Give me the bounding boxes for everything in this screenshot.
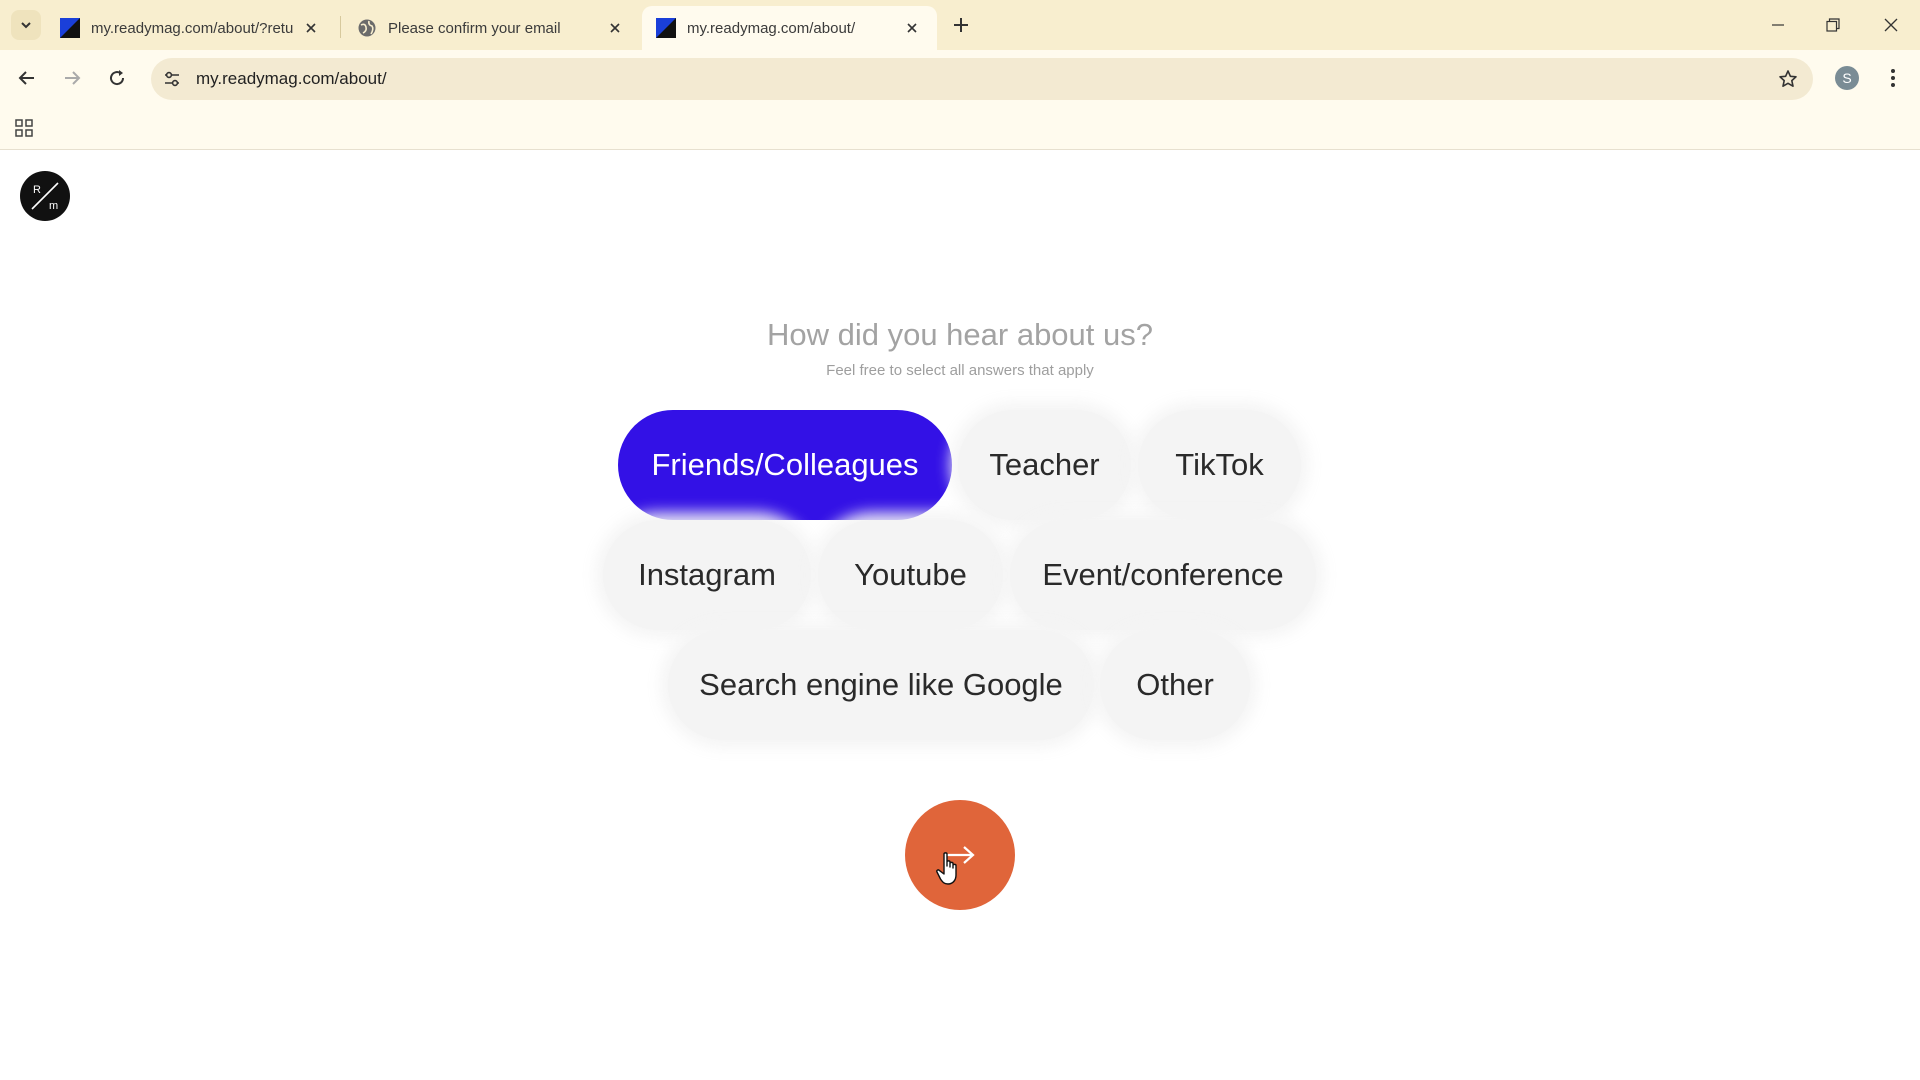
tab-strip: my.readymag.com/about/?retu Please confi… <box>0 0 1920 50</box>
option-event-conference[interactable]: Event/conference <box>1010 520 1316 630</box>
close-tab-icon[interactable] <box>300 17 322 39</box>
option-label: Search engine like Google <box>699 667 1063 702</box>
logo-letter-m: m <box>49 200 58 212</box>
logo-letter-r: R <box>33 184 41 196</box>
option-other[interactable]: Other <box>1100 630 1250 740</box>
apps-button[interactable] <box>12 116 36 140</box>
tab-separator <box>340 16 341 38</box>
tab-search-button[interactable] <box>11 10 41 40</box>
arrow-left-icon <box>18 71 34 85</box>
option-label: Youtube <box>854 557 967 592</box>
tab-title: my.readymag.com/about/ <box>687 19 856 37</box>
option-label: Event/conference <box>1042 557 1284 592</box>
option-teacher[interactable]: Teacher <box>958 410 1131 520</box>
site-settings-icon[interactable] <box>161 68 183 90</box>
minimize-button[interactable] <box>1758 8 1798 42</box>
option-label: Friends/Colleagues <box>651 447 919 482</box>
back-button[interactable] <box>12 63 42 93</box>
option-instagram[interactable]: Instagram <box>603 520 811 630</box>
address-bar[interactable]: my.readymag.com/about/ <box>151 58 1813 100</box>
readymag-favicon <box>656 18 676 38</box>
option-friends-colleagues[interactable]: Friends/Colleagues <box>618 410 952 520</box>
option-youtube[interactable]: Youtube <box>818 520 1003 630</box>
tab-confirm-email[interactable]: Please confirm your email <box>343 6 640 50</box>
readymag-logo[interactable]: R m <box>20 171 70 221</box>
bookmarks-bar <box>0 106 1920 150</box>
globe-icon <box>358 19 376 37</box>
option-label: TikTok <box>1175 447 1264 482</box>
next-button[interactable] <box>905 800 1015 910</box>
tab-readymag-about-return[interactable]: my.readymag.com/about/?retu <box>46 6 336 50</box>
tab-readymag-about[interactable]: my.readymag.com/about/ <box>642 6 937 50</box>
minimize-icon <box>1772 24 1784 26</box>
forward-button[interactable] <box>57 63 87 93</box>
page-subtitle: Feel free to select all answers that app… <box>826 362 1094 379</box>
tab-title: Please confirm your email <box>388 19 561 37</box>
close-tab-icon[interactable] <box>604 17 626 39</box>
url-text[interactable]: my.readymag.com/about/ <box>196 69 387 89</box>
option-label: Teacher <box>989 447 1100 482</box>
browser-menu-button[interactable] <box>1880 63 1906 93</box>
bookmark-star-icon[interactable] <box>1777 68 1799 90</box>
close-window-button[interactable] <box>1871 8 1911 42</box>
reload-icon <box>110 70 125 86</box>
option-label: Instagram <box>638 557 776 592</box>
arrow-right-icon <box>945 846 975 864</box>
apps-grid-icon <box>15 119 33 137</box>
plus-icon <box>954 18 968 32</box>
restore-icon <box>1826 18 1840 32</box>
more-vertical-icon <box>1891 69 1895 87</box>
browser-toolbar: my.readymag.com/about/ S <box>0 50 1920 106</box>
option-label: Other <box>1136 667 1214 702</box>
close-tab-icon[interactable] <box>901 17 923 39</box>
chevron-down-icon <box>21 22 31 29</box>
tab-title: my.readymag.com/about/?retu <box>91 19 294 37</box>
readymag-favicon <box>60 18 80 38</box>
profile-avatar[interactable]: S <box>1835 66 1859 90</box>
page-title: How did you hear about us? <box>766 317 1154 352</box>
option-tiktok[interactable]: TikTok <box>1138 410 1301 520</box>
arrow-right-icon <box>65 71 81 85</box>
close-icon <box>1884 18 1898 32</box>
restore-button[interactable] <box>1813 8 1853 42</box>
reload-button[interactable] <box>102 63 132 93</box>
new-tab-button[interactable] <box>948 12 974 38</box>
page-content: R m How did you hear about us? Feel free… <box>0 151 1920 1080</box>
logo-mark: R m <box>31 182 59 212</box>
option-search-engine[interactable]: Search engine like Google <box>668 630 1094 740</box>
